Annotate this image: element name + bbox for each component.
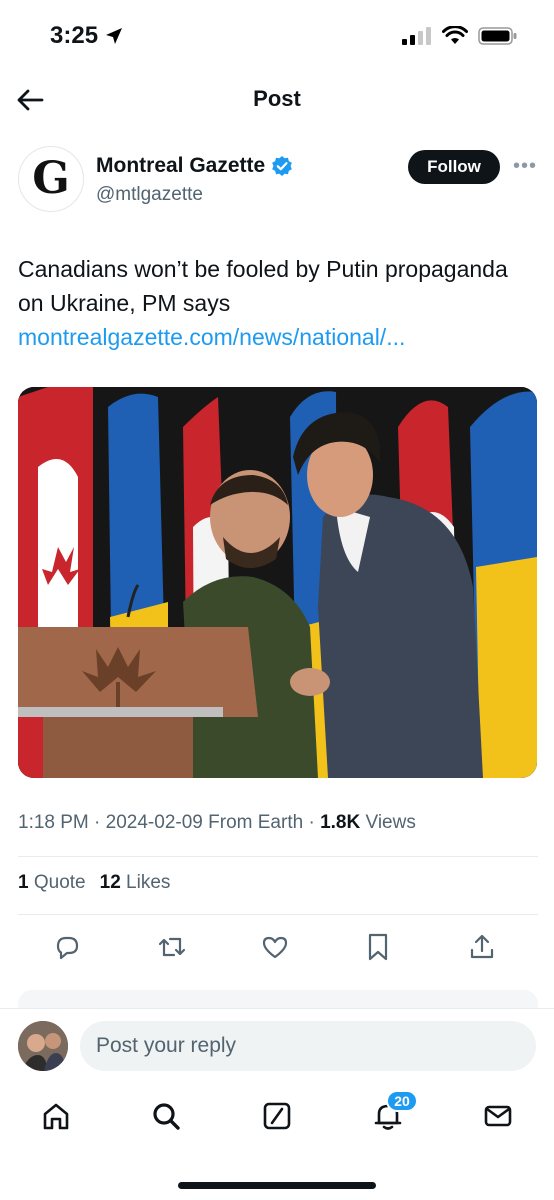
reply-bar: Post your reply: [0, 1008, 554, 1082]
post-time: 1:18 PM: [18, 812, 89, 833]
tab-grok[interactable]: [257, 1096, 297, 1136]
reply-input[interactable]: Post your reply: [80, 1021, 536, 1071]
tab-messages[interactable]: [478, 1096, 518, 1136]
views-count[interactable]: 1.8K: [320, 812, 360, 833]
mail-icon: [484, 1105, 512, 1127]
follow-button[interactable]: Follow: [408, 150, 500, 184]
header: Post: [0, 72, 554, 128]
page-title: Post: [253, 86, 301, 111]
post-author: G Montreal Gazette @mtlgazette Follow ••…: [18, 146, 538, 216]
grok-icon: [263, 1102, 291, 1130]
author-handle[interactable]: @mtlgazette: [96, 184, 203, 206]
share-button[interactable]: [465, 930, 499, 964]
share-icon: [470, 934, 494, 959]
quotes-stat[interactable]: 1 Quote: [18, 872, 86, 894]
divider: [18, 914, 538, 915]
bookmark-button[interactable]: [361, 930, 395, 964]
home-icon: [43, 1103, 69, 1130]
tab-notifications[interactable]: 20: [368, 1090, 418, 1136]
meta-separator: ·: [94, 812, 106, 833]
repost-button[interactable]: [155, 930, 189, 964]
status-icons: [402, 26, 518, 46]
heart-icon: [262, 936, 288, 959]
notification-badge: 20: [386, 1090, 418, 1112]
meta-separator: ·: [308, 812, 321, 833]
quotes-label: Quote: [33, 872, 86, 893]
likes-count: 12: [99, 872, 121, 893]
likes-stat[interactable]: 12 Likes: [100, 872, 171, 894]
author-avatar[interactable]: G: [18, 146, 84, 212]
post-meta: 1:18 PM · 2024-02-09 From Earth · 1.8K V…: [18, 812, 538, 834]
post-image[interactable]: [18, 387, 537, 778]
reply-button[interactable]: [50, 930, 84, 964]
post-source: From Earth: [208, 812, 304, 833]
search-icon: [153, 1103, 180, 1130]
user-avatar[interactable]: [18, 1021, 68, 1071]
tab-home[interactable]: [36, 1096, 76, 1136]
post-actions: [18, 926, 538, 968]
status-time-text: 3:25: [50, 22, 99, 49]
tab-bar: 20: [0, 1082, 554, 1152]
post-text: Canadians won’t be fooled by Putin propa…: [18, 256, 508, 316]
post-stats: 1 Quote 12 Likes: [18, 872, 170, 894]
press-conference-photo: [18, 387, 537, 778]
divider: [18, 856, 538, 857]
gazette-logo: G: [32, 153, 70, 204]
post-date: 2024-02-09: [105, 812, 203, 833]
like-button[interactable]: [258, 930, 292, 964]
user-avatar-photo: [18, 1021, 68, 1071]
bookmark-icon: [368, 933, 388, 961]
repost-icon: [158, 937, 186, 957]
post-link[interactable]: montrealgazette.com/news/national/...: [18, 320, 538, 354]
author-name[interactable]: Montreal Gazette: [96, 154, 293, 178]
wifi-icon: [442, 26, 468, 44]
quotes-count: 1: [18, 872, 29, 893]
home-indicator[interactable]: [178, 1182, 376, 1189]
author-name-text: Montreal Gazette: [96, 154, 266, 177]
views-label: Views: [365, 812, 416, 833]
verified-badge-icon: [272, 156, 293, 176]
location-arrow-icon: [106, 28, 123, 44]
tab-search[interactable]: [146, 1096, 186, 1136]
reply-icon: [56, 936, 79, 960]
battery-icon: [478, 27, 517, 45]
likes-label: Likes: [126, 872, 171, 893]
status-bar: 3:25: [0, 0, 554, 72]
status-time: 3:25: [50, 22, 124, 50]
more-options-icon[interactable]: •••: [512, 154, 538, 178]
signal-icon: [402, 27, 431, 45]
